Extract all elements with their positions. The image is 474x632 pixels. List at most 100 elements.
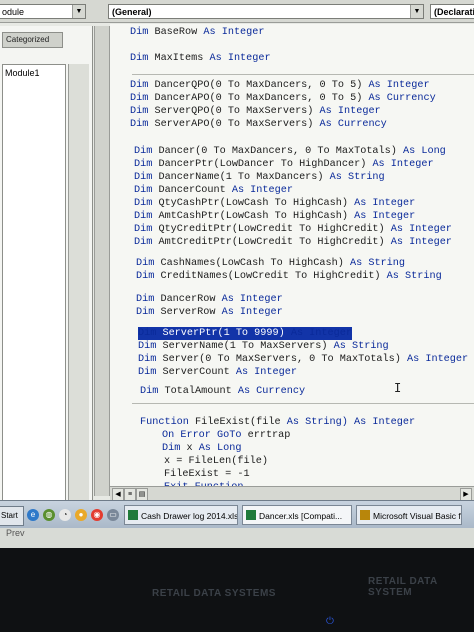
code-line[interactable]: Dim x As Long <box>162 442 241 455</box>
code-type: As Currency <box>237 386 306 397</box>
code-body: ServerPtr(1 To 9999) <box>156 328 291 339</box>
code-line[interactable]: Dim ServerAPO(0 To MaxServers) As Curren… <box>130 118 387 131</box>
list-item-module1[interactable]: Module1 <box>3 65 65 81</box>
code-line[interactable]: Dim DancerName(1 To MaxDancers) As Strin… <box>134 171 385 184</box>
code-type: As Currency <box>319 119 387 130</box>
code-body: x = FileLen(file) <box>164 456 268 467</box>
code-keyword: Dim <box>130 27 149 38</box>
code-line[interactable]: Dim QtyCreditPtr(LowCredit To HighCredit… <box>134 223 452 236</box>
firefox-icon[interactable]: ● <box>75 509 87 521</box>
ie-icon[interactable]: e <box>27 509 39 521</box>
code-line[interactable]: Dim DancerRow As Integer <box>136 293 283 306</box>
code-type: As Integer <box>235 367 297 378</box>
horizontal-scrollbar[interactable]: ◀ ≡ ▤ ▶ <box>110 486 474 501</box>
code-line[interactable]: Dim TotalAmount As Currency <box>140 385 305 398</box>
code-line[interactable]: Dim AmtCashPtr(LowCash To HighCash) As I… <box>134 210 415 223</box>
chevron-down-icon[interactable]: ▼ <box>410 5 423 18</box>
code-line[interactable]: Dim DancerQPO(0 To MaxDancers, 0 To 5) A… <box>130 79 430 92</box>
object-combo[interactable]: (General) ▼ <box>108 4 424 19</box>
code-body: BaseRow <box>148 27 204 38</box>
chevron-down-icon[interactable]: ▼ <box>72 5 85 18</box>
code-line[interactable]: Dim DancerCount As Integer <box>134 184 293 197</box>
code-line[interactable]: On Error GoTo errtrap <box>162 429 290 442</box>
panel-scrollbar[interactable] <box>68 64 89 504</box>
code-keyword: Dim <box>134 185 153 196</box>
partial-label: Prev <box>6 528 25 538</box>
tab-categorized[interactable]: Categorized <box>2 32 63 48</box>
code-line[interactable]: Dim BaseRow As Integer <box>130 26 265 39</box>
taskbar-button-label: Cash Drawer log 2014.xlsx <box>141 511 238 521</box>
procedure-combo[interactable]: (Declaratio <box>430 4 474 19</box>
code-body: Dancer(0 To MaxDancers, 0 To MaxTotals) <box>152 146 403 157</box>
code-editor[interactable]: Dim BaseRow As Integer Dim MaxItems As In… <box>110 24 474 486</box>
procedure-separator <box>132 403 474 404</box>
code-body: FileExist = -1 <box>164 469 250 480</box>
code-type: As Integer <box>203 27 265 38</box>
code-line[interactable]: Dim Dancer(0 To MaxDancers, 0 To MaxTota… <box>134 145 446 158</box>
code-keyword: Dim <box>130 119 149 130</box>
code-body: QtyCreditPtr(LowCredit To HighCredit) <box>152 224 391 235</box>
excel-icon <box>128 510 138 520</box>
taskbar-button-cash-drawer[interactable]: Cash Drawer log 2014.xlsx <box>124 505 238 525</box>
show-desktop-icon[interactable]: ▭ <box>107 509 119 521</box>
taskbar-button-dancer[interactable]: Dancer.xls [Compati... <box>242 505 352 525</box>
code-body: TotalAmount <box>158 386 238 397</box>
code-type: As Integer <box>319 106 381 117</box>
code-body: errtrap <box>241 430 291 441</box>
start-button[interactable]: Start <box>0 506 24 526</box>
code-type: As Long <box>198 443 242 454</box>
code-line[interactable]: Dim Server(0 To MaxServers, 0 To MaxTota… <box>138 353 468 366</box>
text-cursor-icon: I <box>394 381 402 395</box>
code-line[interactable]: Dim ServerPtr(1 To 9999) As Integer <box>138 327 352 340</box>
taskbar-button-visual-basic[interactable]: Microsoft Visual Basic for ... <box>356 505 462 525</box>
code-body: DancerCount <box>152 185 232 196</box>
code-keyword: Dim <box>134 224 153 235</box>
code-line[interactable]: Dim AmtCreditPtr(LowCredit To HighCredit… <box>134 236 452 249</box>
taskbar: Start e ◍ ◔ ● ◉ ▭ Cash Drawer log 2014.x… <box>0 500 474 529</box>
vertical-scrollbar[interactable] <box>94 26 110 496</box>
code-type: As Integer <box>368 80 430 91</box>
code-line[interactable]: Dim CreditNames(LowCredit To HighCredit)… <box>136 270 442 283</box>
code-line[interactable]: Dim DancerAPO(0 To MaxDancers, 0 To 5) A… <box>130 92 436 105</box>
code-type: As String <box>386 271 442 282</box>
code-line[interactable]: Dim ServerRow As Integer <box>136 306 283 319</box>
code-body: Server(0 To MaxServers, 0 To MaxTotals) <box>156 354 407 365</box>
code-keyword: Dim <box>136 258 155 269</box>
code-keyword: Dim <box>130 93 149 104</box>
project-combo[interactable]: odule ▼ <box>0 4 86 19</box>
project-explorer-panel: Categorized Module1 <box>0 26 93 510</box>
power-icon[interactable]: ⏻ <box>326 616 334 627</box>
code-line[interactable]: Dim ServerCount As Integer <box>138 366 297 379</box>
code-body: ServerAPO(0 To MaxServers) <box>148 119 320 130</box>
code-keyword: Dim <box>134 159 153 170</box>
code-line[interactable]: Dim CashNames(LowCash To HighCash) As St… <box>136 257 405 270</box>
code-keyword: Dim <box>134 211 153 222</box>
code-keyword: Dim <box>136 294 155 305</box>
object-combo-value: (General) <box>112 7 152 17</box>
code-body: AmtCashPtr(LowCash To HighCash) <box>152 211 355 222</box>
code-keyword: Dim <box>134 146 153 157</box>
code-body: x <box>180 443 199 454</box>
code-line[interactable]: x = FileLen(file) <box>164 455 268 468</box>
code-type: As Integer <box>372 159 434 170</box>
code-line[interactable]: FileExist = -1 <box>164 468 250 481</box>
code-type: As Integer <box>354 198 416 209</box>
chrome-icon[interactable]: ◉ <box>91 509 103 521</box>
code-line[interactable]: Dim ServerName(1 To MaxServers) As Strin… <box>138 340 389 353</box>
code-line[interactable]: Dim DancerPtr(LowDancer To HighDancer) A… <box>134 158 434 171</box>
code-body: ServerCount <box>156 367 236 378</box>
code-type: As Integer <box>221 294 283 305</box>
project-combo-value: odule <box>2 7 25 17</box>
code-body: ServerRow <box>154 307 222 318</box>
code-line[interactable]: Dim QtyCashPtr(LowCash To HighCash) As I… <box>134 197 415 210</box>
taskbar-button-label: Dancer.xls [Compati... <box>259 511 343 521</box>
code-line[interactable]: Dim MaxItems As Integer <box>130 52 271 65</box>
code-type: As Integer <box>231 185 293 196</box>
code-line[interactable]: Function FileExist(file As String) As In… <box>140 416 415 429</box>
taskbar-button-label: Microsoft Visual Basic for ... <box>373 511 461 521</box>
code-keyword: Dim <box>136 271 155 282</box>
browser-icon[interactable]: ◍ <box>43 509 55 521</box>
clock-icon[interactable]: ◔ <box>59 509 71 521</box>
code-line[interactable]: Dim ServerQPO(0 To MaxServers) As Intege… <box>130 105 381 118</box>
code-type: As Currency <box>368 93 436 104</box>
